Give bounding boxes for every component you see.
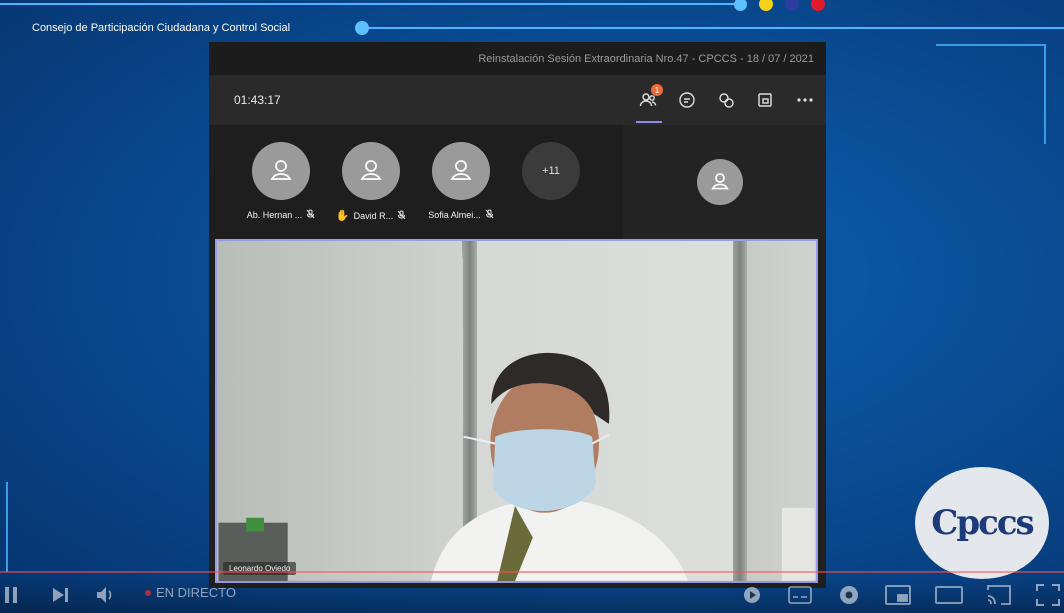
fullscreen-icon[interactable] [1036, 584, 1060, 606]
avatar [342, 142, 400, 200]
autoplay-icon[interactable] [742, 584, 762, 606]
subtitles-icon[interactable] [788, 584, 812, 606]
live-dot-icon [145, 589, 151, 596]
more-options-icon[interactable] [793, 88, 817, 112]
people-badge: 1 [651, 84, 663, 96]
participant-name: Sofia Almei... [428, 210, 481, 220]
participant-tile[interactable]: ✋ David R... [331, 142, 411, 222]
subtitle-accent-line [362, 27, 1064, 29]
yellow-dot [759, 0, 773, 11]
mic-off-icon [397, 209, 406, 222]
avatar [252, 142, 310, 200]
meeting-toolbar: 01:43:17 1 [209, 75, 826, 125]
top-accent-dot [734, 0, 747, 11]
subtitle-accent-dot [355, 21, 369, 35]
teams-meeting-window: Reinstalación Sesión Extraordinaria Nro.… [209, 42, 826, 588]
participant-tile[interactable]: Ab. Hernan ... [241, 142, 321, 221]
chat-icon[interactable] [675, 88, 699, 112]
self-avatar [697, 159, 743, 205]
participant-name: Ab. Hernan ... [246, 210, 303, 220]
meeting-title: Reinstalación Sesión Extraordinaria Nro.… [478, 53, 814, 65]
speaker-name-label: Leonardo Oviedo [223, 562, 297, 575]
mic-off-icon [485, 209, 494, 221]
cast-icon[interactable] [985, 584, 1013, 606]
meeting-titlebar: Reinstalación Sesión Extraordinaria Nro.… [209, 42, 826, 75]
participant-name-row: Ab. Hernan ... [241, 209, 321, 221]
miniplayer-icon[interactable] [885, 584, 911, 606]
live-label: EN DIRECTO [156, 585, 236, 600]
player-progress-bar[interactable] [0, 571, 1064, 573]
participant-tile[interactable]: Sofia Almei... [421, 142, 501, 221]
more-participants-count: +11 [522, 142, 580, 200]
reactions-icon[interactable] [714, 88, 738, 112]
speaker-figure [218, 352, 815, 581]
theater-icon[interactable] [935, 584, 963, 606]
people-icon[interactable]: 1 [636, 84, 663, 112]
frame-line [6, 482, 8, 572]
next-icon[interactable] [52, 584, 70, 606]
top-accent-line [0, 3, 740, 5]
speaker-video[interactable]: Leonardo Oviedo [215, 239, 818, 583]
blue-dot [785, 0, 799, 11]
frame-line [936, 44, 1046, 46]
share-tray-icon[interactable] [753, 88, 777, 112]
people-tab-indicator [636, 121, 662, 123]
mic-off-icon [306, 209, 315, 221]
frame-line [1044, 44, 1046, 144]
participant-name: David R... [353, 210, 394, 221]
avatar [432, 142, 490, 200]
more-participants-tile[interactable]: +11 [511, 142, 591, 200]
raised-hand-icon: ✋ [335, 210, 350, 222]
settings-icon[interactable] [838, 584, 860, 606]
meeting-timer: 01:43:17 [234, 93, 281, 107]
red-dot [811, 0, 825, 11]
volume-icon[interactable] [96, 584, 116, 606]
live-indicator[interactable]: EN DIRECTO [145, 585, 236, 600]
cpccs-logo: Cpccs [915, 467, 1049, 579]
participant-name-row: ✋ David R... [331, 209, 411, 222]
pause-icon[interactable] [4, 584, 18, 606]
organization-title: Consejo de Participación Ciudadana y Con… [32, 22, 291, 34]
participant-name-row: Sofia Almei... [421, 209, 501, 221]
logo-text: Cpccs [931, 503, 1034, 543]
